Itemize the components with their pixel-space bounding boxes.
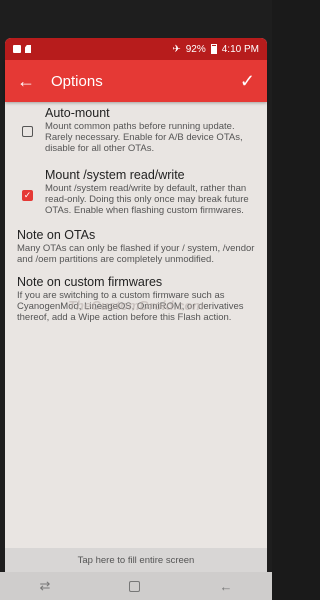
option-mount-system-rw[interactable]: ✓ Mount /system read/write Mount /system… — [5, 168, 267, 216]
nav-back-icon[interactable]: ← — [219, 579, 232, 594]
option-description: Mount common paths before running update… — [45, 121, 243, 154]
battery-icon — [210, 44, 217, 54]
app-bar: ← Options ✓ — [5, 60, 267, 102]
notification-square-icon — [13, 45, 21, 53]
note-otas: Note on OTAs Many OTAs can only be flash… — [5, 228, 267, 265]
note-description: Many OTAs can only be flashed if your / … — [17, 243, 255, 265]
watermark: TheCustomDroid.com — [68, 298, 204, 313]
mount-system-checkbox[interactable]: ✓ — [22, 190, 33, 201]
option-description: Mount /system read/write by default, rat… — [45, 183, 249, 216]
note-title: Note on OTAs — [17, 228, 96, 242]
check-icon[interactable]: ✓ — [240, 71, 255, 92]
sd-card-icon — [25, 45, 31, 53]
nav-bar: ⇄ ← — [0, 572, 272, 600]
options-content: Auto-mount Mount common paths before run… — [5, 102, 267, 323]
option-title: Mount /system read/write — [45, 168, 185, 182]
auto-mount-checkbox[interactable] — [22, 126, 33, 137]
status-bar: ✈ 92% 4:10 PM — [5, 38, 267, 60]
fill-screen-bar[interactable]: Tap here to fill entire screen — [5, 548, 267, 572]
arrow-left-icon[interactable]: ← — [17, 71, 39, 92]
home-square-icon[interactable] — [129, 580, 141, 592]
battery-percent: 92% — [185, 43, 206, 55]
option-title: Auto-mount — [45, 106, 110, 120]
status-time: 4:10 PM — [221, 43, 259, 55]
note-title: Note on custom firmwares — [17, 275, 163, 289]
airplane-icon: ✈ — [172, 43, 181, 55]
option-auto-mount[interactable]: Auto-mount Mount common paths before run… — [5, 106, 267, 154]
recent-apps-icon[interactable]: ⇄ — [40, 578, 51, 594]
page-title: Options — [51, 72, 103, 90]
phone-frame: ✈ 92% 4:10 PM ← Options ✓ Auto-mount Mou… — [0, 0, 272, 600]
